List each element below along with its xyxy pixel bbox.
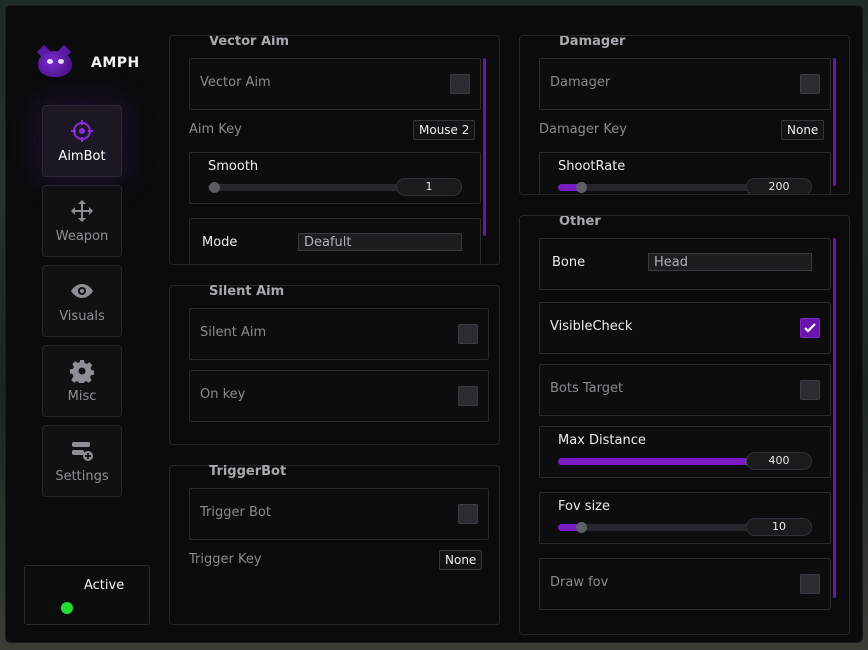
- mode-label: Mode: [202, 235, 238, 250]
- slider-handle[interactable]: [576, 182, 587, 193]
- nav-label: Visuals: [59, 308, 105, 324]
- panel-title: Other: [559, 215, 601, 229]
- damager-key-label: Damager Key: [539, 122, 627, 137]
- damager-toggle-row[interactable]: Damager: [539, 58, 831, 110]
- panel-title: Damager: [559, 35, 626, 49]
- nav-weapon[interactable]: Weapon: [42, 185, 122, 257]
- scrollbar[interactable]: [833, 238, 836, 598]
- bots-target-checkbox[interactable]: [800, 380, 820, 400]
- nav-label: Settings: [55, 468, 109, 484]
- on-key-checkbox[interactable]: [458, 386, 478, 406]
- toggle-label: Damager: [550, 75, 611, 90]
- status-indicator: [61, 602, 73, 614]
- brand: AMPH: [35, 44, 140, 81]
- toggle-label: Vector Aim: [200, 75, 271, 90]
- visible-check-checkbox[interactable]: [800, 318, 820, 338]
- vector-aim-checkbox[interactable]: [450, 74, 470, 94]
- slider-value: 400: [746, 452, 812, 470]
- damager-panel: Damager Damager Damager Key None ShootRa…: [519, 35, 850, 195]
- move-arrows-icon: [71, 199, 93, 222]
- slider-label: ShootRate: [558, 159, 626, 174]
- toggle-label: Silent Aim: [200, 325, 267, 340]
- fov-size-slider[interactable]: Fov size 10: [539, 492, 831, 544]
- triggerbot-checkbox[interactable]: [458, 504, 478, 524]
- panel-title: Silent Aim: [209, 284, 285, 299]
- eye-icon: [71, 283, 93, 298]
- silent-aim-toggle-row[interactable]: Silent Aim: [189, 308, 489, 360]
- silent-aim-checkbox[interactable]: [458, 324, 478, 344]
- slider-handle[interactable]: [576, 522, 587, 533]
- visible-check-row[interactable]: VisibleCheck: [539, 302, 831, 354]
- slider-track[interactable]: [558, 456, 756, 467]
- bots-target-row[interactable]: Bots Target: [539, 364, 831, 416]
- draw-fov-row[interactable]: Draw fov: [539, 558, 831, 610]
- slider-label: Smooth: [208, 159, 259, 174]
- status-panel: Active: [24, 565, 150, 625]
- toggle-label: Bots Target: [550, 381, 624, 396]
- scrollbar[interactable]: [833, 58, 836, 186]
- draw-fov-checkbox[interactable]: [800, 574, 820, 594]
- panel-title: Vector Aim: [209, 35, 290, 49]
- slider-label: Max Distance: [558, 433, 646, 448]
- slider-value: 1: [396, 178, 462, 196]
- nav-visuals[interactable]: Visuals: [42, 265, 122, 337]
- slider-label: Fov size: [558, 499, 610, 514]
- smooth-slider[interactable]: Smooth 1: [189, 152, 481, 204]
- settings-sliders-icon: [72, 441, 93, 461]
- gear-icon: [70, 359, 94, 383]
- damager-checkbox[interactable]: [800, 74, 820, 94]
- app-title: AMPH: [91, 55, 140, 71]
- slider-value: 10: [746, 518, 812, 536]
- nav-label: Weapon: [55, 228, 109, 244]
- nav-settings[interactable]: Settings: [42, 425, 122, 497]
- nav-aimbot[interactable]: AimBot: [42, 105, 122, 177]
- triggerbot-toggle-row[interactable]: Trigger Bot: [189, 488, 489, 540]
- silent-aim-panel: Silent Aim Silent Aim On key: [169, 284, 500, 445]
- mode-select[interactable]: Deafult: [298, 233, 462, 251]
- checkmark-icon: [804, 323, 816, 333]
- panel-title: TriggerBot: [209, 464, 287, 479]
- nav-label: AimBot: [58, 148, 106, 164]
- scrollbar[interactable]: [483, 58, 486, 236]
- toggle-label: On key: [200, 387, 246, 402]
- shootrate-slider[interactable]: ShootRate 200: [539, 152, 831, 194]
- trigger-key-label: Trigger Key: [189, 552, 262, 567]
- slider-track[interactable]: [558, 522, 750, 533]
- aim-key-label: Aim Key: [189, 122, 242, 137]
- toggle-label: VisibleCheck: [550, 319, 633, 334]
- slider-track[interactable]: [208, 182, 400, 193]
- triggerbot-panel: TriggerBot Trigger Bot Trigger Key None: [169, 464, 500, 625]
- nav-misc[interactable]: Misc: [42, 345, 122, 417]
- status-text: Active: [84, 578, 125, 593]
- toggle-label: Trigger Bot: [200, 505, 271, 520]
- bone-row: Bone Head: [539, 238, 831, 290]
- damager-key-button[interactable]: None: [781, 120, 825, 140]
- crosshair-icon: [71, 119, 93, 142]
- nav-label: Misc: [67, 388, 97, 404]
- slider-track[interactable]: [558, 182, 750, 193]
- slider-handle[interactable]: [209, 182, 220, 193]
- mode-row: Mode Deafult: [189, 218, 481, 264]
- cheat-menu-window: AMPH AimBot Weapon Visuals Misc Settings…: [5, 5, 863, 643]
- bone-label: Bone: [552, 255, 586, 270]
- vector-aim-toggle-row[interactable]: Vector Aim: [189, 58, 481, 110]
- on-key-toggle-row[interactable]: On key: [189, 370, 489, 422]
- toggle-label: Draw fov: [550, 575, 609, 590]
- slider-value: 200: [746, 178, 812, 194]
- aim-key-button[interactable]: Mouse 2: [413, 120, 476, 140]
- other-panel: Other Bone Head VisibleCheck Bots Target…: [519, 215, 850, 635]
- amph-logo-icon: [35, 44, 75, 81]
- trigger-key-button[interactable]: None: [439, 550, 483, 570]
- vector-aim-panel: Vector Aim Vector Aim Aim Key Mouse 2 Sm…: [169, 35, 500, 265]
- bone-select[interactable]: Head: [648, 253, 812, 271]
- max-distance-slider[interactable]: Max Distance 400: [539, 426, 831, 478]
